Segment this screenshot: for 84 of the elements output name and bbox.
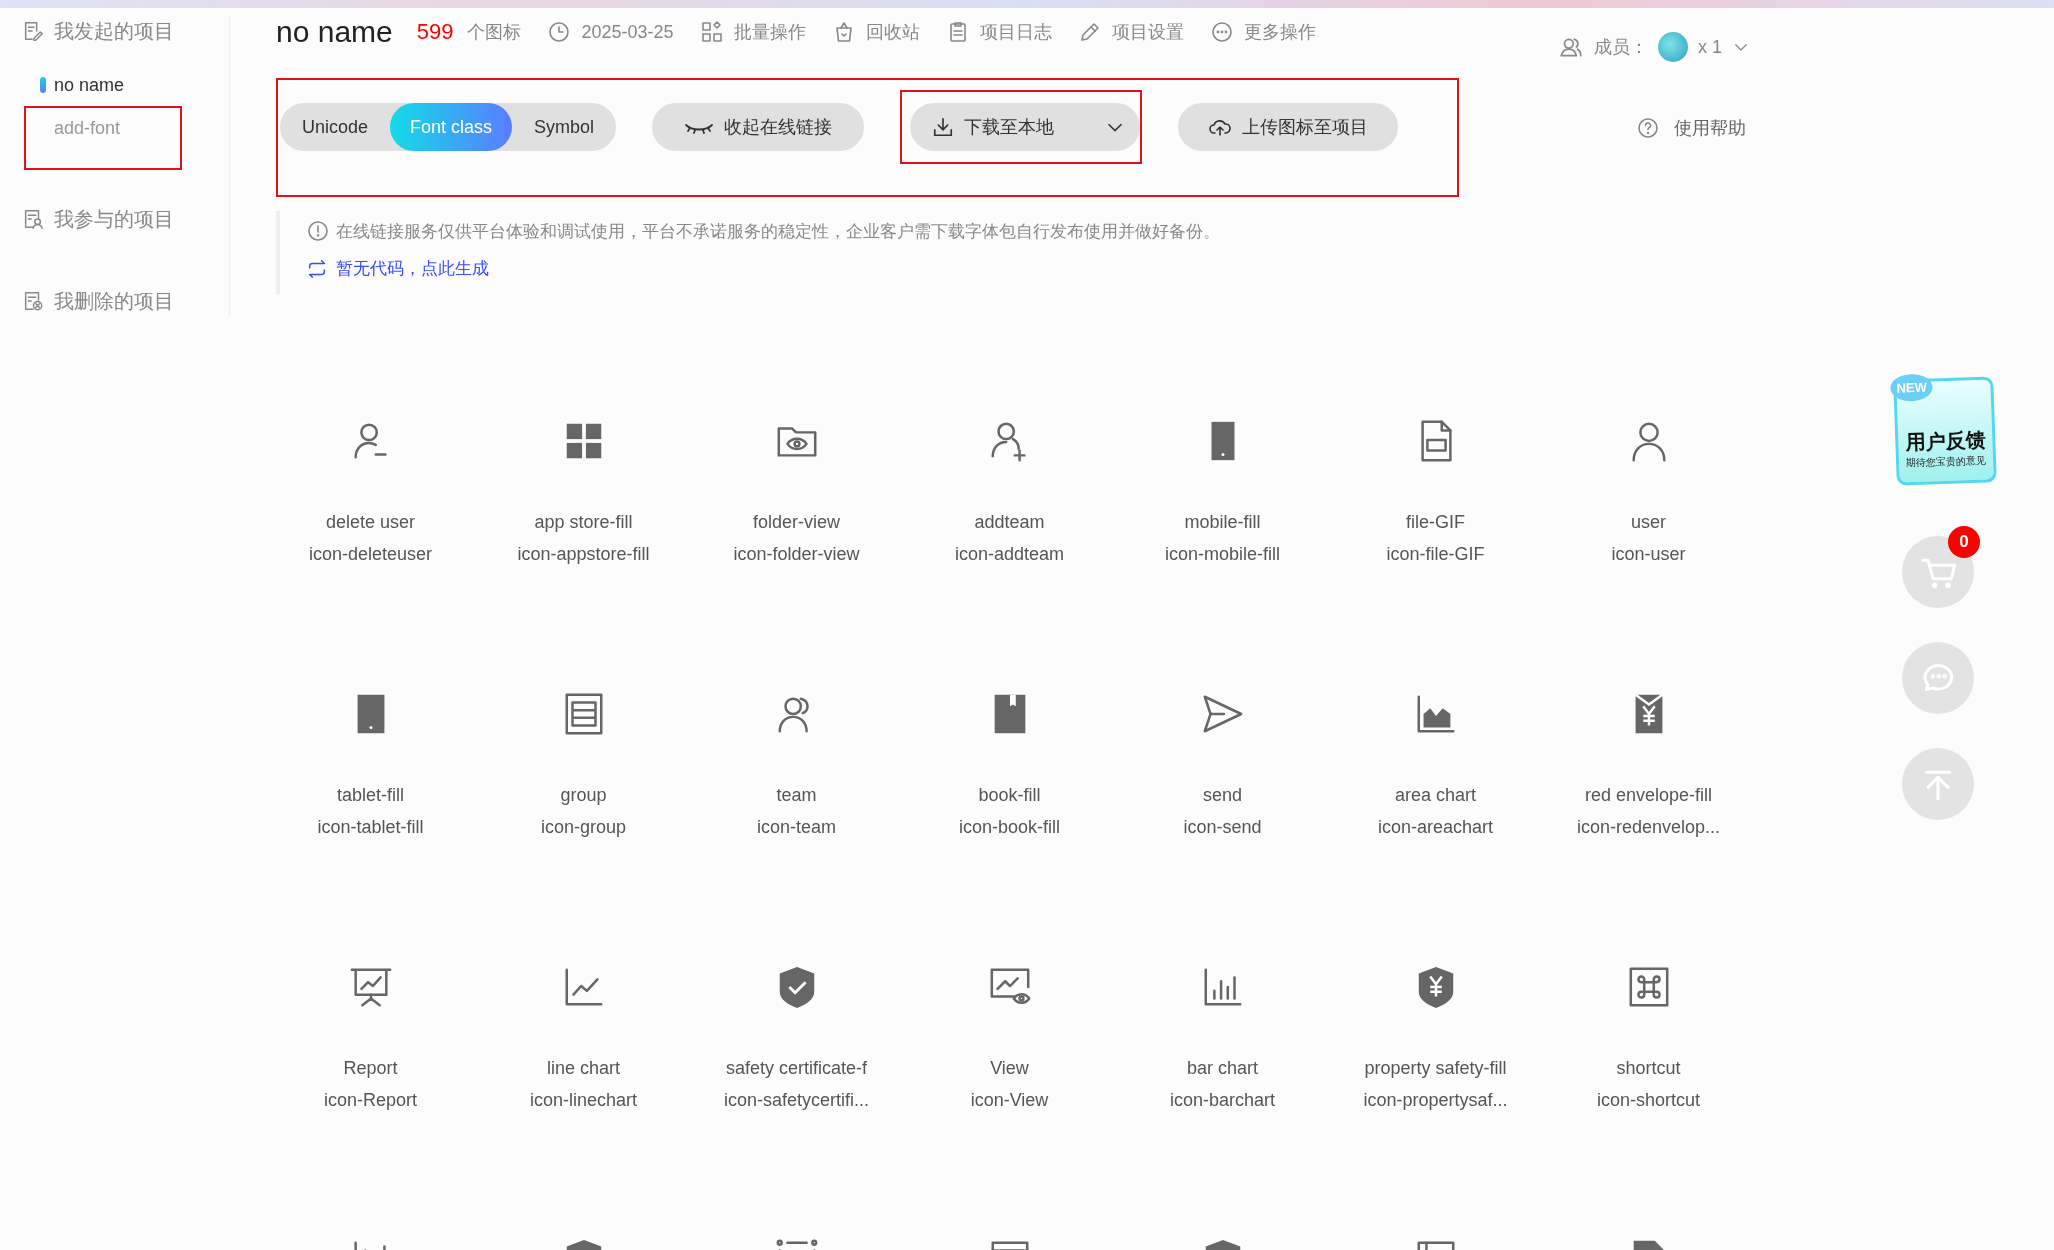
info-icon (306, 219, 330, 243)
icon-class-name: icon-linechart (529, 1089, 638, 1112)
project-date: 2025-03-25 (581, 21, 674, 43)
icon-name: line chart (546, 1057, 620, 1080)
help-icon (1636, 115, 1660, 140)
header-action[interactable]: 项目日志 (945, 20, 1052, 44)
icon-name: delete user (325, 511, 416, 534)
icon-name: file-GIF (1406, 511, 1465, 534)
icon-class-name: icon-shortcut (1596, 1089, 1700, 1112)
sidebar-section[interactable]: 我发起的项目 (54, 17, 174, 45)
icon-class-name: icon-user (1611, 543, 1686, 566)
icon-name: Report (343, 1057, 398, 1080)
sidebar-item[interactable]: no name (24, 68, 229, 102)
avatar[interactable] (1658, 32, 1688, 62)
header-action[interactable]: 项目设置 (1077, 20, 1184, 44)
header-action[interactable]: 批量操作 (699, 20, 806, 44)
collapse-link-button[interactable]: 收起在线链接 (652, 103, 865, 151)
icon-class-name: icon-Report (323, 1089, 417, 1112)
icon-name: area chart (1394, 784, 1476, 807)
icon-name: book-fill (978, 784, 1041, 807)
header-action[interactable]: 回收站 (831, 20, 920, 44)
sidebar-section[interactable]: 我参与的项目 (54, 205, 174, 233)
icon-class-name: icon-areachart (1377, 816, 1494, 839)
download-icon (932, 116, 955, 138)
icon-name: send (1202, 784, 1242, 807)
sidebar-item[interactable]: add-font (24, 106, 182, 170)
icon-class-name: icon-redenvelop... (1576, 816, 1721, 839)
icon-class-name: icon-propertysaf... (1363, 1089, 1508, 1112)
icon-class-name: icon-group (540, 816, 627, 839)
icon-name: folder-view (753, 511, 840, 534)
icon-class-name: icon-tablet-fill (317, 816, 424, 839)
icon-name: tablet-fill (337, 784, 404, 807)
icon-class-name: icon-file-GIF (1386, 543, 1485, 566)
icon-name: property safety-fill (1364, 1057, 1507, 1080)
project-list-icon (22, 208, 44, 230)
upload-button[interactable]: 上传图标至项目 (1178, 103, 1399, 151)
new-badge: NEW (1890, 373, 1934, 402)
icon-name: mobile-fill (1184, 511, 1261, 534)
icon-class-name: icon-send (1183, 816, 1262, 839)
sidebar-section[interactable]: 我删除的项目 (54, 287, 174, 315)
download-button[interactable]: 下载至本地 (910, 103, 1141, 151)
feedback-title: 用户反馈 (1904, 427, 1986, 455)
project-list-icon (22, 20, 44, 42)
cart-count-badge: 0 (1948, 526, 1980, 558)
project-title: no name (276, 15, 393, 49)
icon-count: 599 (416, 19, 454, 45)
icon-name: shortcut (1616, 1057, 1681, 1080)
batch-icon (699, 20, 724, 44)
icon-name: app store-fill (534, 511, 633, 534)
format-tab[interactable]: Unicode (280, 103, 391, 151)
notice-text: 在线链接服务仅供平台体验和调试使用，平台不承诺服务的稳定性，企业客户需下载字体包自行发布使用并做好备份。 (336, 220, 1220, 243)
format-tab[interactable]: Symbol (512, 103, 617, 151)
members-label: 成员： (1594, 36, 1648, 59)
icon-name: team (776, 784, 817, 807)
icon-name: group (560, 784, 607, 807)
icon-name: bar chart (1186, 1057, 1258, 1080)
members-count: x 1 (1698, 36, 1722, 58)
icon-class-name: icon-View (970, 1089, 1049, 1112)
icon-count-label: 个图标 (467, 21, 522, 44)
icon-name: user (1631, 511, 1666, 534)
header-action[interactable]: 更多操作 (1209, 20, 1316, 44)
feedback-banner[interactable]: NEW 用户反馈 期待您宝贵的意见 (1893, 376, 1997, 486)
icon-name: addteam (974, 511, 1045, 534)
selection-marker (40, 77, 46, 93)
icon-class-name: icon-deleteuser (308, 543, 433, 566)
icon-class-name: icon-appstore-fill (517, 543, 650, 566)
clock-icon (547, 20, 572, 44)
generate-code-link[interactable]: 暂无代码，点此生成 (306, 257, 1750, 280)
more-icon (1209, 20, 1234, 44)
icon-class-name: icon-mobile-fill (1165, 543, 1280, 566)
icon-class-name: icon-team (757, 816, 836, 839)
icon-name: View (990, 1057, 1029, 1080)
icon-name: red envelope-fill (1584, 784, 1713, 807)
help-link[interactable]: 使用帮助 (1636, 103, 1746, 152)
icon-class-name: icon-barchart (1169, 1089, 1275, 1112)
format-tab[interactable]: Font class (390, 103, 513, 151)
icon-class-name: icon-book-fill (958, 816, 1060, 839)
icon-name: safety certificate-f (725, 1057, 867, 1080)
icon-class-name: icon-addteam (954, 543, 1065, 566)
refresh-icon (306, 257, 328, 280)
icon-class-name: icon-folder-view (733, 543, 860, 566)
project-list-icon (22, 290, 44, 312)
feedback-subtitle: 期待您宝贵的意见 (1905, 453, 1987, 471)
icon-class-name: icon-safetycertifi... (723, 1089, 869, 1112)
